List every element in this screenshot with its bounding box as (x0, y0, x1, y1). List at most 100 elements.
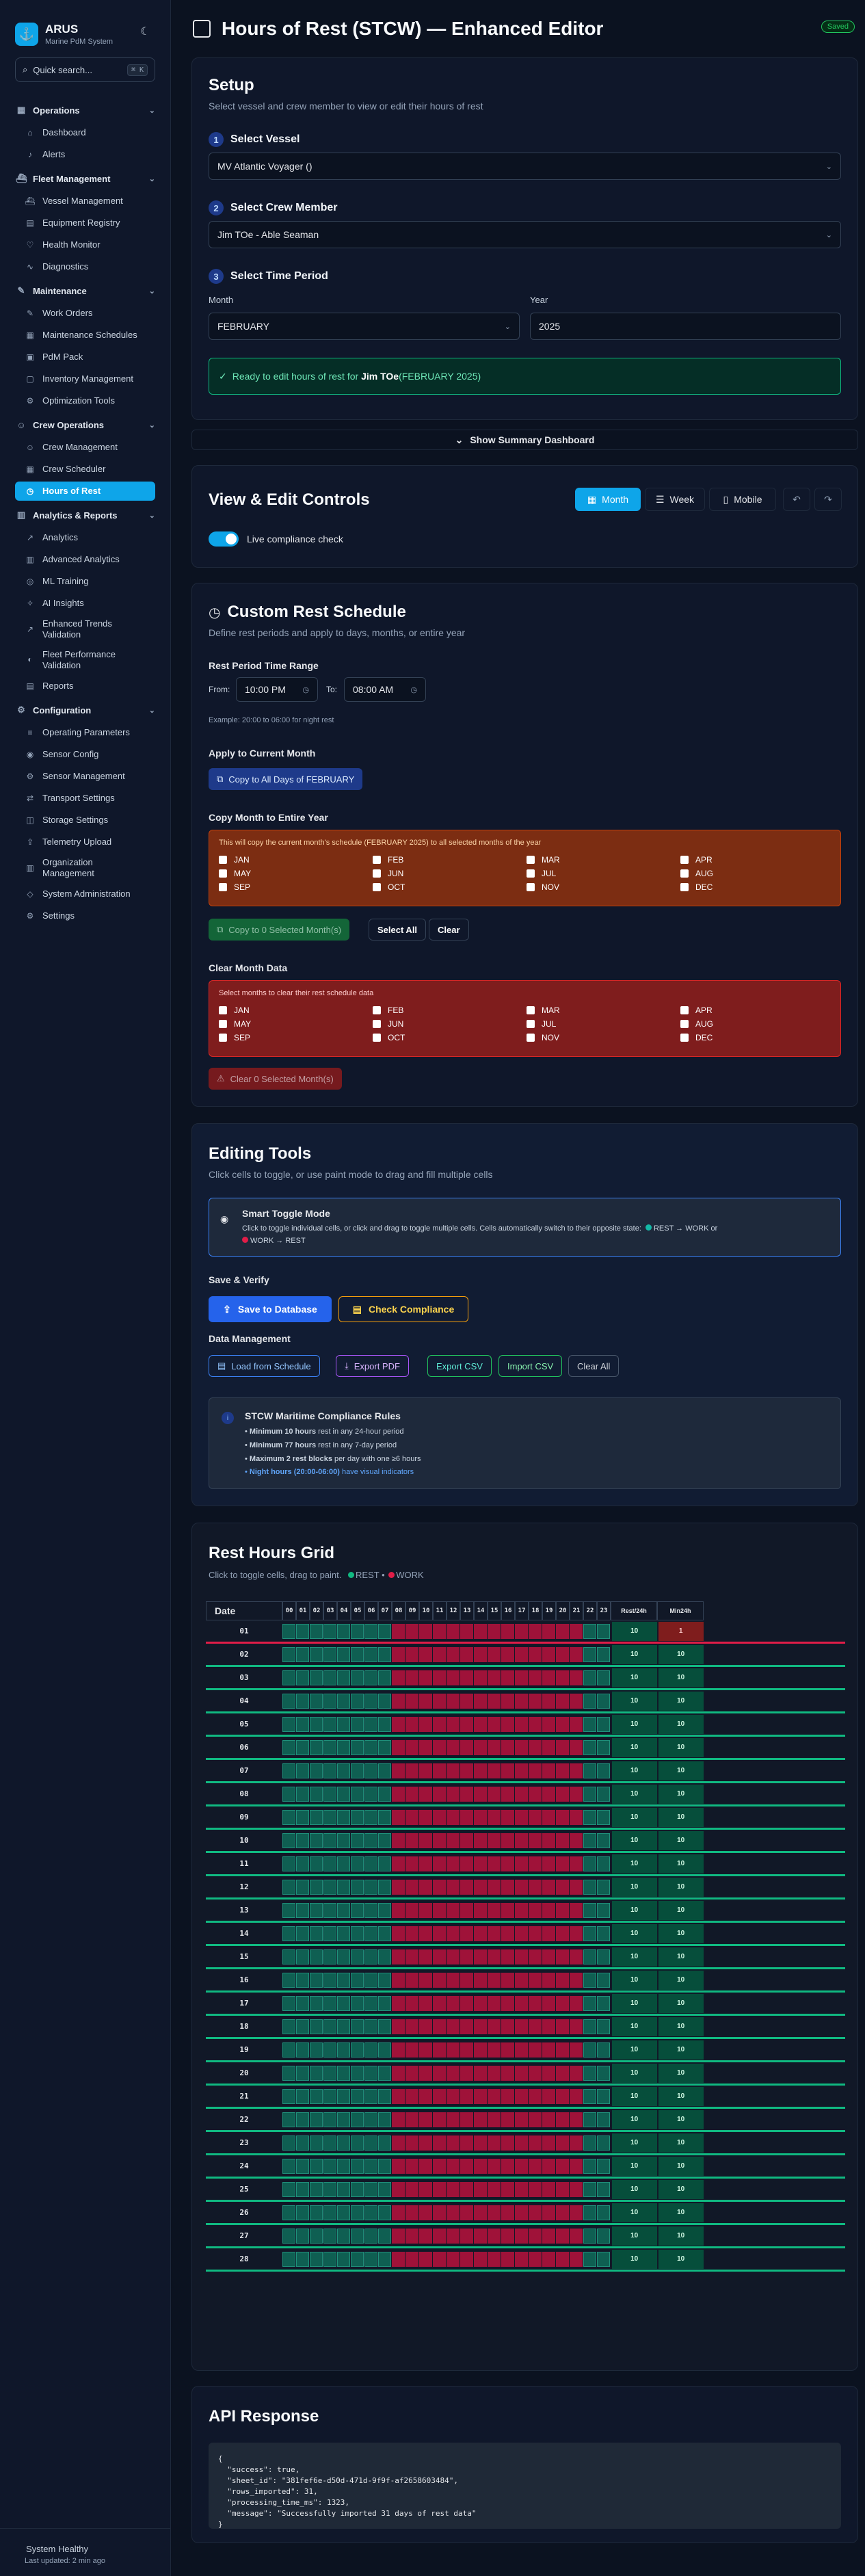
hour-cell[interactable] (473, 2135, 488, 2151)
mobile-view-button[interactable]: ▯ Mobile (709, 488, 776, 511)
hour-cell[interactable] (336, 2135, 351, 2151)
hour-cell[interactable] (542, 1670, 556, 1685)
copy-selected-months-button[interactable]: ⧉ Copy to 0 Selected Month(s) (209, 919, 350, 941)
hour-cell[interactable] (282, 2158, 296, 2174)
hour-cell[interactable] (446, 1623, 460, 1639)
hour-cell[interactable] (542, 1716, 556, 1732)
hour-cell[interactable] (364, 2135, 378, 2151)
hour-cell[interactable] (418, 1972, 433, 1988)
sidebar-item-operating-parameters[interactable]: ≡ Operating Parameters (15, 723, 155, 742)
sidebar-item-enhanced-trends-validation[interactable]: ↗ Enhanced Trends Validation (15, 616, 155, 644)
hour-cell[interactable] (391, 1786, 405, 1802)
hour-cell[interactable] (391, 1809, 405, 1825)
hour-cell[interactable] (377, 1670, 392, 1685)
hour-cell[interactable] (569, 1739, 583, 1755)
hour-cell[interactable] (569, 2112, 583, 2127)
hour-cell[interactable] (555, 1646, 570, 1662)
hour-cell[interactable] (569, 1809, 583, 1825)
copy-month-checkbox[interactable]: JUN (373, 869, 527, 878)
hour-cell[interactable] (336, 2181, 351, 2197)
hour-cell[interactable] (405, 1949, 419, 1964)
hour-cell[interactable] (569, 1949, 583, 1964)
hour-cell[interactable] (391, 1879, 405, 1895)
hour-cell[interactable] (528, 2181, 542, 2197)
hour-cell[interactable] (432, 1949, 447, 1964)
hour-cell[interactable] (542, 1856, 556, 1871)
hour-cell[interactable] (596, 2135, 611, 2151)
hour-cell[interactable] (501, 2251, 515, 2267)
hour-cell[interactable] (405, 1670, 419, 1685)
hour-cell[interactable] (405, 2088, 419, 2104)
hour-cell[interactable] (473, 2181, 488, 2197)
hour-cell[interactable] (583, 1786, 597, 1802)
hour-cell[interactable] (309, 2228, 323, 2244)
hour-cell[interactable] (555, 1739, 570, 1755)
sidebar-item-pdm-pack[interactable]: ▣ PdM Pack (15, 347, 155, 367)
hour-cell[interactable] (542, 2228, 556, 2244)
hour-cell[interactable] (432, 1786, 447, 1802)
hour-cell[interactable] (432, 1926, 447, 1941)
hour-cell[interactable] (446, 1786, 460, 1802)
hour-cell[interactable] (501, 1949, 515, 1964)
hour-cell[interactable] (473, 2205, 488, 2220)
hour-cell[interactable] (350, 1763, 364, 1778)
hour-cell[interactable] (432, 1716, 447, 1732)
hour-cell[interactable] (555, 1786, 570, 1802)
hour-cell[interactable] (418, 1926, 433, 1941)
sidebar-item-transport-settings[interactable]: ⇄ Transport Settings (15, 789, 155, 808)
nav-group-crew-operations[interactable]: ☺ Crew Operations ⌄ (15, 415, 155, 435)
hour-cell[interactable] (295, 1926, 310, 1941)
hour-cell[interactable] (569, 1693, 583, 1709)
hour-cell[interactable] (377, 2112, 392, 2127)
hour-cell[interactable] (487, 2251, 501, 2267)
hour-cell[interactable] (282, 1693, 296, 1709)
hour-cell[interactable] (446, 2205, 460, 2220)
quick-search-input[interactable]: ⌕ Quick search... ⌘ K (15, 57, 155, 82)
clear-selection-button[interactable]: Clear (429, 919, 469, 941)
sidebar-item-reports[interactable]: ▤ Reports (15, 676, 155, 696)
hour-cell[interactable] (569, 2158, 583, 2174)
hour-cell[interactable] (295, 1623, 310, 1639)
hour-cell[interactable] (364, 2251, 378, 2267)
hour-cell[interactable] (487, 2065, 501, 2081)
select-all-button[interactable]: Select All (369, 919, 427, 941)
hour-cell[interactable] (418, 1856, 433, 1871)
hour-cell[interactable] (514, 1716, 529, 1732)
hour-cell[interactable] (487, 1972, 501, 1988)
hour-cell[interactable] (282, 1832, 296, 1848)
hour-cell[interactable] (336, 1786, 351, 1802)
hour-cell[interactable] (446, 2251, 460, 2267)
hour-cell[interactable] (432, 1739, 447, 1755)
hour-cell[interactable] (514, 2181, 529, 2197)
hour-cell[interactable] (555, 2088, 570, 2104)
hour-cell[interactable] (350, 1972, 364, 1988)
sidebar-item-system-administration[interactable]: ◇ System Administration (15, 885, 155, 904)
hour-cell[interactable] (514, 1763, 529, 1778)
hour-cell[interactable] (377, 2065, 392, 2081)
hour-cell[interactable] (487, 2088, 501, 2104)
hour-cell[interactable] (501, 1763, 515, 1778)
hour-cell[interactable] (569, 1995, 583, 2011)
hour-cell[interactable] (487, 1670, 501, 1685)
hour-cell[interactable] (350, 1949, 364, 1964)
hour-cell[interactable] (596, 2042, 611, 2058)
hour-cell[interactable] (282, 1856, 296, 1871)
hour-cell[interactable] (309, 2158, 323, 2174)
hour-cell[interactable] (514, 2042, 529, 2058)
hour-cell[interactable] (528, 2042, 542, 2058)
hour-cell[interactable] (323, 2019, 337, 2034)
hour-cell[interactable] (501, 1739, 515, 1755)
hour-cell[interactable] (501, 1623, 515, 1639)
sidebar-item-hours-of-rest[interactable]: ◷ Hours of Rest (15, 482, 155, 501)
hour-cell[interactable] (542, 2205, 556, 2220)
hour-cell[interactable] (295, 2065, 310, 2081)
hour-cell[interactable] (418, 1670, 433, 1685)
hour-cell[interactable] (418, 2205, 433, 2220)
sidebar-item-alerts[interactable]: ♪ Alerts (15, 145, 155, 164)
hour-cell[interactable] (391, 2158, 405, 2174)
hour-cell[interactable] (377, 1879, 392, 1895)
hour-cell[interactable] (391, 2205, 405, 2220)
hour-cell[interactable] (596, 2228, 611, 2244)
hour-cell[interactable] (446, 1739, 460, 1755)
hour-cell[interactable] (377, 1623, 392, 1639)
